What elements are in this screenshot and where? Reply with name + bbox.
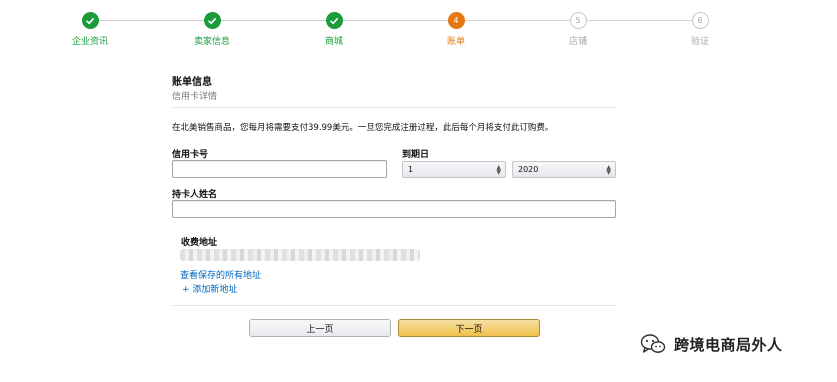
previous-page-button[interactable]: 上一页 [249, 319, 391, 337]
watermark-text: 跨境电商局外人 [674, 335, 783, 354]
step-verify: 6 验证 [670, 12, 730, 47]
billing-form: 账单信息 信用卡详情 在北美销售商品，您每月将需要支付39.99美元。一旦您完成… [172, 66, 616, 306]
step-label: 账单 [446, 37, 465, 47]
step-marketplace: 商城 [304, 12, 364, 47]
blurred-address-text [180, 249, 420, 261]
fee-notice: 在北美销售商品，您每月将需要支付39.99美元。一旦您完成注册过程，此后每个月将… [172, 123, 554, 133]
checkmark-icon [330, 17, 338, 24]
step-label: 商城 [324, 37, 343, 47]
expiry-label: 到期日 [402, 150, 430, 160]
card-number-input[interactable] [172, 160, 387, 178]
view-all-addresses-link[interactable]: 查看保存的所有地址 [180, 268, 261, 281]
step-label: 店铺 [568, 37, 587, 47]
billing-address-section: 收费地址 查看保存的所有地址 + 添加新地址 [172, 233, 616, 303]
step-number-circle: 5 [569, 12, 587, 29]
select-arrows-icon: ▲ ▼ [496, 164, 501, 176]
step-number-circle: 4 [447, 12, 465, 29]
billing-address-title: 收费地址 [181, 238, 218, 248]
blurred-address [172, 249, 432, 261]
checkmark-icon [208, 17, 216, 24]
step-done-circle [203, 12, 221, 29]
step-billing: 4 账单 [426, 12, 486, 47]
section-title: 账单信息 [172, 77, 212, 88]
step-done-circle [81, 12, 99, 29]
step-done-circle [325, 12, 343, 29]
expiry-year-select[interactable]: 2020 ▲ ▼ [512, 161, 616, 178]
expiry-year-value: 2020 [518, 165, 539, 174]
step-store: 5 店铺 [548, 12, 608, 47]
holder-row: 持卡人姓名 [172, 187, 616, 221]
expiry-month-value: 1 [408, 165, 414, 174]
card-number-label: 信用卡号 [172, 150, 209, 160]
add-new-address-link[interactable]: + 添加新地址 [182, 282, 237, 295]
watermark: 跨境电商局外人 [640, 333, 783, 355]
cardholder-name-input[interactable] [172, 200, 616, 218]
step-company-info: 企业资讯 [60, 12, 120, 47]
select-arrows-icon: ▲ ▼ [606, 164, 611, 176]
divider [172, 107, 616, 108]
cardholder-name-label: 持卡人姓名 [172, 190, 218, 200]
wechat-icon [640, 334, 666, 353]
step-label: 卖家信息 [193, 37, 230, 47]
checkmark-icon [86, 17, 94, 24]
progress-stepper: 企业资讯 卖家信息 商城 4 账单 5 店铺 6 验证 [60, 12, 760, 52]
step-seller-info: 卖家信息 [182, 12, 242, 47]
stepper-line-done [90, 20, 456, 21]
card-row: 信用卡号 到期日 1 ▲ ▼ 2020 ▲ ▼ [172, 147, 616, 191]
next-page-button[interactable]: 下一页 [398, 319, 540, 337]
step-number-circle: 6 [691, 12, 709, 29]
expiry-month-select[interactable]: 1 ▲ ▼ [402, 161, 506, 178]
section-subtitle: 信用卡详情 [172, 92, 218, 102]
step-label: 企业资讯 [71, 37, 108, 47]
step-label: 验证 [690, 37, 709, 47]
divider [172, 305, 616, 306]
